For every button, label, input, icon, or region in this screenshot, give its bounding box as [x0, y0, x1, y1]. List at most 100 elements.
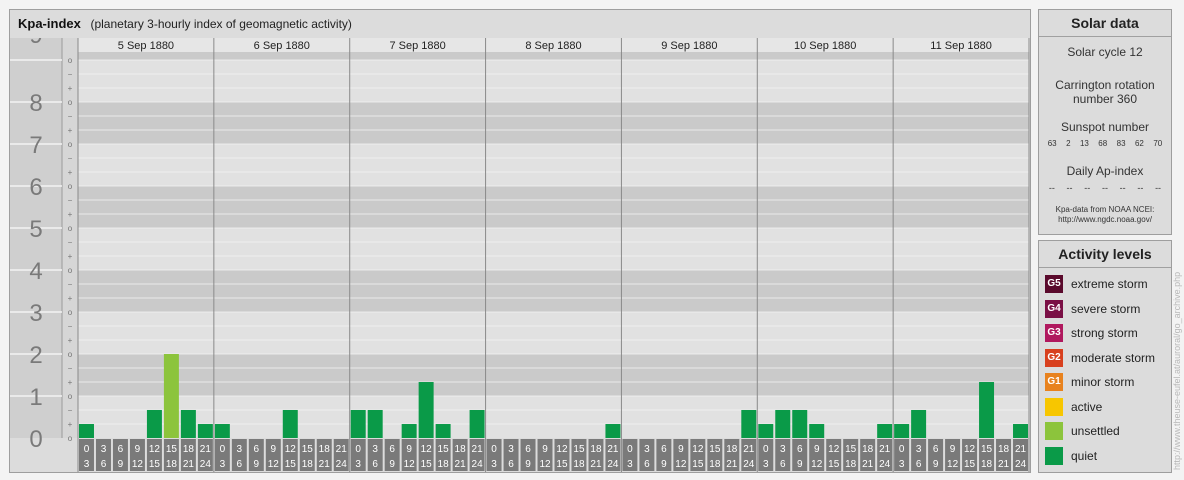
interval-start: 12 [285, 444, 297, 455]
kpa-chart-panel: Kpa-index (planetary 3-hourly index of g… [9, 9, 1031, 473]
kp-band [78, 52, 1029, 60]
sunspot-value: 62 [1134, 139, 1144, 148]
level-label: moderate storm [1071, 350, 1156, 365]
level-swatch: G1 [1045, 373, 1063, 391]
kp-band [78, 102, 1029, 144]
kp-band [78, 354, 1029, 396]
interval-end: 9 [797, 459, 803, 470]
kp-bar [418, 382, 434, 438]
interval-end: 24 [607, 459, 619, 470]
interval-start: 0 [355, 444, 361, 455]
interval-end: 3 [491, 459, 497, 470]
interval-end: 24 [1015, 459, 1027, 470]
interval-end: 18 [438, 459, 450, 470]
interval-start: 21 [472, 444, 484, 455]
interval-start: 9 [678, 444, 684, 455]
kp-bar [180, 409, 196, 438]
interval-end: 12 [539, 459, 551, 470]
level-label: extreme storm [1071, 277, 1148, 291]
interval-start: 9 [542, 444, 548, 455]
kp-minor-tick: o [68, 140, 73, 149]
data-source-url[interactable]: http://www.ngdc.noaa.gov/ [1039, 215, 1171, 225]
interval-end: 15 [556, 459, 568, 470]
interval-end: 15 [964, 459, 976, 470]
interval-end: 6 [916, 459, 922, 470]
interval-start: 12 [828, 444, 840, 455]
level-swatch: G5 [1045, 275, 1063, 293]
kp-minor-tick: − [68, 154, 73, 163]
level-label: minor storm [1071, 375, 1135, 389]
activity-level-item: G1 minor storm [1045, 373, 1134, 393]
kp-bar [911, 409, 927, 438]
interval-end: 9 [389, 459, 395, 470]
day-label: 11 Sep 1880 [930, 40, 992, 52]
kp-major-tick: 9 [29, 38, 42, 49]
day-label: 6 Sep 1880 [254, 40, 310, 52]
interval-end: 24 [336, 459, 348, 470]
interval-end: 18 [981, 459, 993, 470]
interval-end: 21 [319, 459, 331, 470]
interval-start: 12 [692, 444, 704, 455]
interval-start: 3 [916, 444, 922, 455]
chart-title: Kpa-index (planetary 3-hourly index of g… [18, 16, 352, 31]
ap-index-value: -- [1119, 183, 1126, 193]
interval-start: 21 [743, 444, 755, 455]
kp-minor-tick: + [68, 378, 73, 387]
sunspot-value: 68 [1098, 139, 1108, 148]
kp-major-tick: 5 [29, 216, 42, 243]
day-label: 5 Sep 1880 [118, 40, 174, 52]
interval-start: 0 [491, 444, 497, 455]
level-swatch [1045, 397, 1063, 416]
interval-end: 15 [285, 459, 297, 470]
level-swatch: G3 [1045, 324, 1063, 342]
kp-bar [401, 424, 417, 438]
kp-minor-tick: − [68, 280, 73, 289]
interval-end: 15 [828, 459, 840, 470]
kp-minor-tick: + [68, 252, 73, 261]
interval-start: 3 [237, 444, 243, 455]
kp-bar [163, 354, 179, 438]
interval-start: 9 [950, 444, 956, 455]
kp-major-tick: 6 [29, 174, 42, 201]
interval-end: 24 [200, 459, 212, 470]
chart-title-main: Kpa-index [18, 16, 81, 31]
kp-bar [469, 409, 485, 438]
interval-start: 9 [406, 444, 412, 455]
kp-minor-tick: − [68, 322, 73, 331]
activity-level-item: G4 severe storm [1045, 299, 1140, 320]
solar-data-panel: Solar data Solar cycle 12 Carrington rot… [1038, 9, 1172, 235]
kp-bar [979, 382, 995, 438]
kp-bar [894, 424, 910, 438]
kp-minor-tick: − [68, 196, 73, 205]
kp-band [78, 312, 1029, 354]
ap-index-value: -- [1048, 183, 1055, 193]
kp-bar [282, 409, 298, 438]
carrington-line-1: Carrington rotation [1055, 78, 1155, 92]
sunspot-values: 63 2 13 68 83 62 70 [1043, 139, 1167, 148]
kp-major-tick: 2 [29, 342, 42, 369]
interval-end: 12 [132, 459, 144, 470]
kp-bar [350, 409, 366, 438]
kp-bar [741, 409, 757, 438]
interval-start: 21 [607, 444, 619, 455]
interval-end: 6 [101, 459, 107, 470]
interval-end: 21 [590, 459, 602, 470]
kp-bar [605, 424, 621, 438]
interval-end: 24 [743, 459, 755, 470]
interval-end: 24 [472, 459, 484, 470]
interval-start: 12 [149, 444, 161, 455]
sunspot-label: Sunspot number [1060, 120, 1150, 134]
interval-start: 6 [525, 444, 531, 455]
kp-bar [79, 424, 94, 438]
ap-index-value: -- [1066, 183, 1073, 193]
interval-start: 6 [797, 444, 803, 455]
interval-start: 6 [254, 444, 260, 455]
kp-minor-tick: + [68, 126, 73, 135]
level-swatch: G4 [1045, 299, 1063, 318]
interval-start: 3 [780, 444, 786, 455]
interval-start: 12 [964, 444, 976, 455]
interval-start: 12 [421, 444, 433, 455]
interval-end: 24 [879, 459, 891, 470]
activity-levels-heading: Activity levels [1039, 241, 1171, 268]
kp-major-tick: 7 [29, 132, 42, 159]
